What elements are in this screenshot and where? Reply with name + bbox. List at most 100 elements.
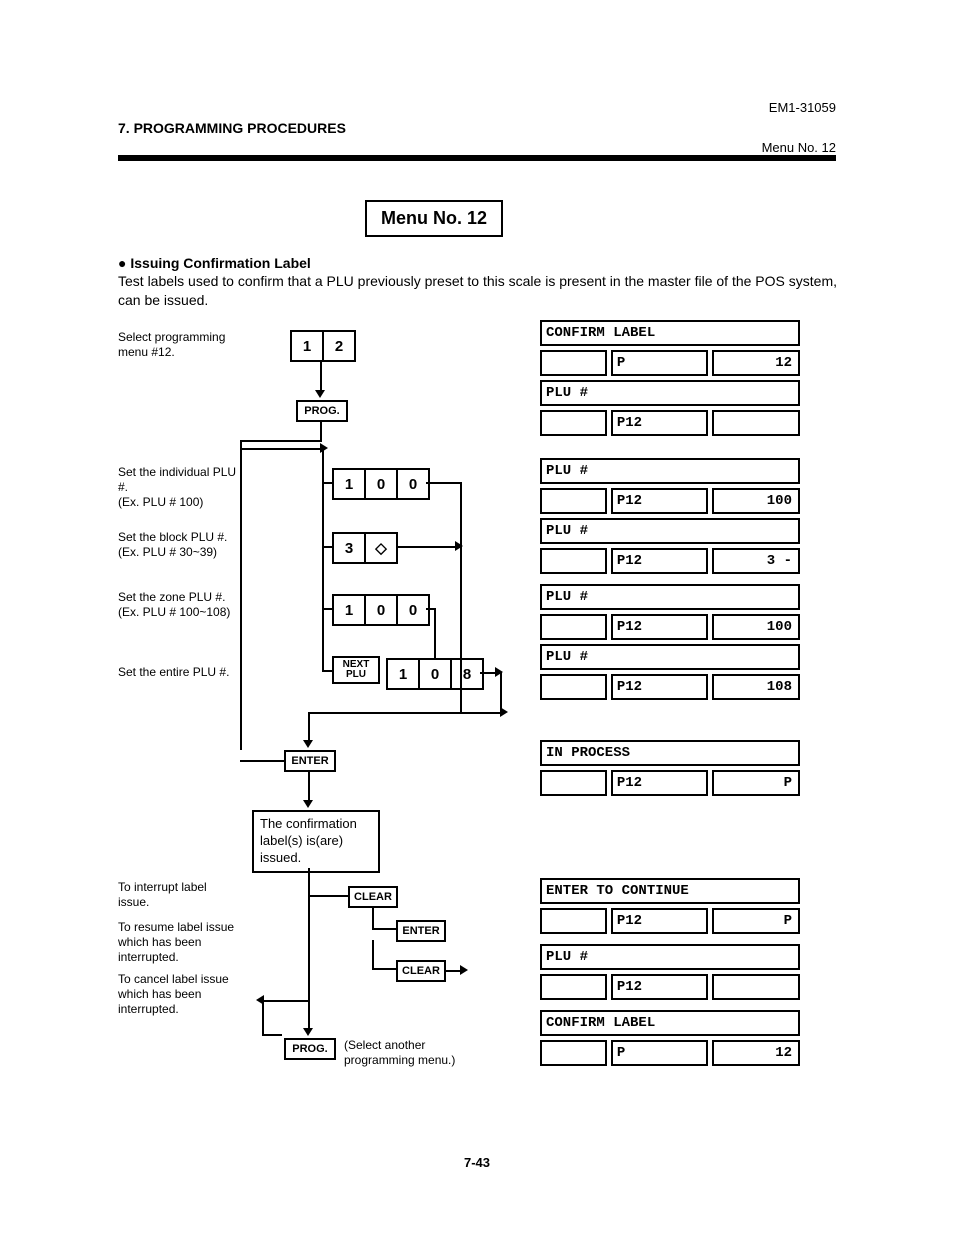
key: 0 bbox=[420, 660, 452, 688]
disp-line1: IN PROCESS bbox=[540, 740, 800, 766]
line bbox=[426, 482, 462, 484]
arrowhead-icon bbox=[500, 707, 508, 717]
display-9: CONFIRM LABEL P 12 bbox=[540, 1010, 800, 1062]
clear2-button: CLEAR bbox=[396, 960, 446, 982]
display-6: IN PROCESS P12 P bbox=[540, 740, 800, 792]
line bbox=[322, 546, 324, 608]
arrowhead-icon bbox=[315, 390, 325, 398]
disp-c2: P bbox=[611, 350, 708, 376]
disp-c1 bbox=[540, 410, 607, 436]
display-7: ENTER TO CONTINUE P12 P bbox=[540, 878, 800, 930]
disp-c2: P12 bbox=[611, 974, 708, 1000]
disp-line1: PLU # bbox=[540, 644, 800, 670]
key: 1 bbox=[388, 660, 420, 688]
display-8: PLU # P12 bbox=[540, 944, 800, 996]
disp-c1 bbox=[540, 974, 607, 1000]
disp-c3: P bbox=[712, 908, 800, 934]
line bbox=[372, 940, 374, 968]
disp-c2: P12 bbox=[611, 770, 708, 796]
prog2-button: PROG. bbox=[284, 1038, 336, 1060]
line bbox=[262, 1034, 282, 1036]
section-heading: 7. PROGRAMMING PROCEDURES bbox=[118, 120, 346, 136]
disp-line1: ENTER TO CONTINUE bbox=[540, 878, 800, 904]
step4-keys: 1 0 0 bbox=[332, 594, 430, 626]
line bbox=[322, 670, 332, 672]
disp-c2: P12 bbox=[611, 908, 708, 934]
disp-line1: PLU # bbox=[540, 944, 800, 970]
clear-button: CLEAR bbox=[348, 886, 398, 908]
key: 0 bbox=[398, 470, 428, 498]
disp-c3 bbox=[712, 410, 800, 436]
line bbox=[396, 546, 462, 548]
disp-c3: 108 bbox=[712, 674, 800, 700]
line bbox=[308, 712, 502, 714]
key-2: 2 bbox=[324, 332, 354, 360]
arrowhead-icon bbox=[455, 541, 463, 551]
intro-text: Test labels used to confirm that a PLU p… bbox=[118, 272, 838, 310]
arrow bbox=[320, 362, 322, 390]
next-plu-button: NEXT PLU bbox=[332, 656, 380, 684]
display-0: CONFIRM LABEL P 12 bbox=[540, 320, 800, 372]
disp-c3: P bbox=[712, 770, 800, 796]
line bbox=[308, 772, 310, 800]
prog2-note: (Select another programming menu.) bbox=[344, 1038, 484, 1068]
disp-c2: P12 bbox=[611, 548, 708, 574]
line bbox=[308, 712, 310, 740]
disp-c3: 3 - bbox=[712, 548, 800, 574]
key: 1 bbox=[334, 470, 366, 498]
diamond-icon: ◇ bbox=[366, 534, 396, 562]
display-2: PLU # P12 100 bbox=[540, 458, 800, 510]
disp-c2: P12 bbox=[611, 614, 708, 640]
disp-c1 bbox=[540, 548, 607, 574]
line bbox=[372, 906, 374, 928]
disp-c1 bbox=[540, 674, 607, 700]
disp-c2: P12 bbox=[611, 674, 708, 700]
key: 8 bbox=[452, 660, 482, 688]
key-1: 1 bbox=[292, 332, 324, 360]
step2-note: Set the individual PLU #. (Ex. PLU # 100… bbox=[118, 465, 248, 510]
arrowhead-icon bbox=[303, 740, 313, 748]
header-menu: Menu No. 12 bbox=[762, 140, 836, 155]
intro-heading-text: Issuing Confirmation Label bbox=[130, 255, 310, 271]
disp-c1 bbox=[540, 1040, 607, 1066]
step1-keys: 1 2 bbox=[290, 330, 356, 362]
line bbox=[240, 440, 322, 442]
display-4: PLU # P12 100 bbox=[540, 584, 800, 636]
disp-c1 bbox=[540, 770, 607, 796]
line bbox=[500, 672, 502, 712]
confirm-msg: The confirmation label(s) is(are) issued… bbox=[252, 810, 380, 873]
line bbox=[308, 868, 310, 1028]
disp-c1 bbox=[540, 350, 607, 376]
disp-line1: PLU # bbox=[540, 584, 800, 610]
disp-c3: 12 bbox=[712, 350, 800, 376]
header-rule bbox=[118, 155, 836, 161]
display-5: PLU # P12 108 bbox=[540, 644, 800, 696]
line bbox=[262, 1000, 264, 1034]
step3-note: Set the block PLU #. (Ex. PLU # 30~39) bbox=[118, 530, 248, 560]
doc-number: EM1-31059 bbox=[769, 100, 836, 115]
step2-keys: 1 0 0 bbox=[332, 468, 430, 500]
arrowhead-icon bbox=[303, 1028, 313, 1036]
line bbox=[372, 928, 396, 930]
page-number: 7-43 bbox=[0, 1155, 954, 1170]
enter-button: ENTER bbox=[284, 750, 336, 772]
disp-c1 bbox=[540, 614, 607, 640]
intro-heading: ● Issuing Confirmation Label bbox=[118, 255, 311, 271]
line bbox=[240, 448, 322, 450]
disp-c1 bbox=[540, 908, 607, 934]
disp-c3 bbox=[712, 974, 800, 1000]
disp-c1 bbox=[540, 488, 607, 514]
line bbox=[322, 608, 324, 670]
interrupt-note: To interrupt label issue. bbox=[118, 880, 238, 910]
disp-c3: 12 bbox=[712, 1040, 800, 1066]
key: 3 bbox=[334, 534, 366, 562]
key: 1 bbox=[334, 596, 366, 624]
line bbox=[308, 895, 348, 897]
line bbox=[322, 482, 324, 546]
disp-line1: CONFIRM LABEL bbox=[540, 1010, 800, 1036]
disp-c2: P12 bbox=[611, 410, 708, 436]
step4-note: Set the zone PLU #. (Ex. PLU # 100~108) bbox=[118, 590, 258, 620]
disp-line1: PLU # bbox=[540, 380, 800, 406]
disp-line1: PLU # bbox=[540, 518, 800, 544]
disp-c3: 100 bbox=[712, 614, 800, 640]
